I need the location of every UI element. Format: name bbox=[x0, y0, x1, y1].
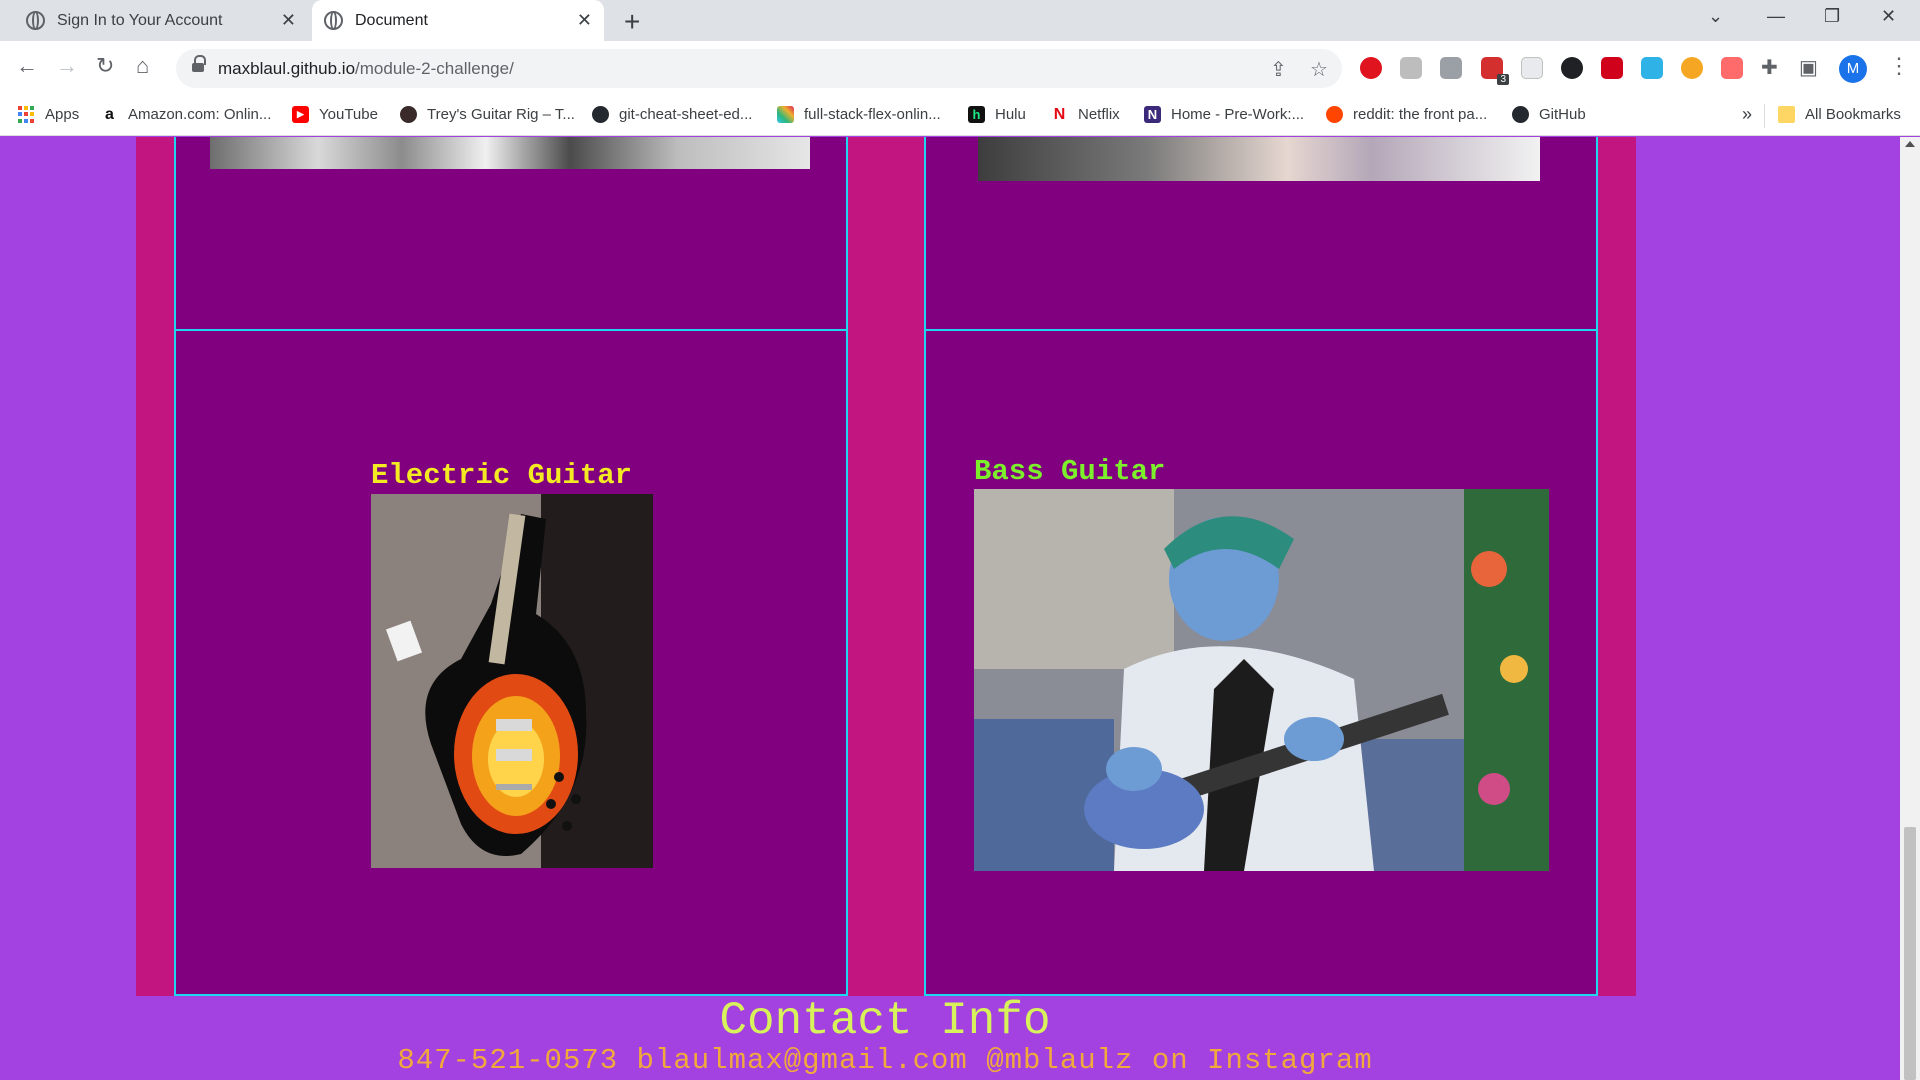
electric-guitar-photo bbox=[371, 494, 653, 868]
share-extension-icon[interactable] bbox=[1721, 57, 1743, 79]
ublock-extension-icon[interactable]: 3 bbox=[1481, 57, 1509, 85]
close-icon[interactable]: ✕ bbox=[577, 10, 592, 31]
color-extension-icon[interactable] bbox=[1681, 57, 1703, 79]
divider bbox=[1764, 104, 1765, 128]
bookmark-treys-guitar-rig[interactable]: Trey's Guitar Rig – T... bbox=[400, 106, 575, 123]
globe-icon bbox=[26, 11, 45, 30]
tab-title: Document bbox=[355, 11, 428, 29]
share-icon[interactable]: ⇪ bbox=[1270, 57, 1287, 82]
bookmark-git-cheat-sheet[interactable]: git-cheat-sheet-ed... bbox=[592, 106, 752, 123]
forward-icon[interactable]: → bbox=[56, 53, 78, 79]
bookmark-label: GitHub bbox=[1539, 106, 1586, 123]
netflix-icon: N bbox=[1051, 106, 1068, 123]
bookmark-reddit[interactable]: reddit: the front pa... bbox=[1326, 106, 1487, 123]
bookmark-label: git-cheat-sheet-ed... bbox=[619, 106, 753, 123]
home-icon[interactable]: ⌂ bbox=[136, 53, 149, 79]
screen-extension-icon[interactable] bbox=[1641, 57, 1663, 79]
bookmark-full-stack-flex[interactable]: full-stack-flex-onlin... bbox=[777, 106, 941, 123]
card-title: Electric Guitar bbox=[371, 459, 633, 492]
folder-icon bbox=[1778, 106, 1795, 123]
address-bar[interactable]: maxblaul.github.io/module-2-challenge/ ⇪… bbox=[176, 49, 1342, 88]
bass-guitar-photo bbox=[974, 489, 1549, 871]
tab-search-chevron-icon[interactable]: ⌄ bbox=[1708, 6, 1723, 27]
scrollbar-thumb[interactable] bbox=[1904, 827, 1916, 1080]
url-text[interactable]: maxblaul.github.io/module-2-challenge/ bbox=[218, 59, 514, 79]
tab-document[interactable]: Document ✕ bbox=[312, 0, 604, 41]
bookmark-label: Hulu bbox=[995, 106, 1026, 123]
bass-player-illustration bbox=[974, 489, 1549, 871]
bookmark-apps[interactable]: Apps bbox=[18, 106, 79, 123]
bookmark-star-icon[interactable]: ☆ bbox=[1310, 57, 1328, 82]
lock-icon[interactable] bbox=[192, 55, 206, 73]
globe-extension-icon[interactable] bbox=[1561, 57, 1583, 79]
window-close-icon[interactable]: ✕ bbox=[1881, 6, 1896, 27]
content-panel: Electric Guitar Bass Guitar bbox=[136, 137, 1636, 996]
tab-title: Sign In to Your Account bbox=[57, 11, 223, 29]
back-icon[interactable]: ← bbox=[16, 53, 38, 79]
opera-extension-icon[interactable] bbox=[1360, 57, 1382, 79]
site-icon bbox=[400, 106, 417, 123]
contact-details: 847-521-0573 blaulmax@gmail.com @mblaulz… bbox=[397, 1044, 1373, 1077]
apps-grid-icon bbox=[18, 106, 35, 123]
new-tab-icon[interactable]: + bbox=[624, 6, 640, 38]
more-bookmarks-chevron-icon[interactable]: » bbox=[1742, 104, 1752, 125]
page-scrollbar[interactable] bbox=[1900, 137, 1920, 1080]
card-photo bbox=[978, 137, 1540, 181]
globe-icon bbox=[324, 11, 343, 30]
extension-badge: 3 bbox=[1497, 74, 1509, 85]
card-bass-guitar: Bass Guitar bbox=[924, 329, 1598, 996]
amazon-icon: a bbox=[101, 106, 118, 123]
bookmark-pre-work[interactable]: N Home - Pre-Work:... bbox=[1144, 106, 1304, 123]
bookmark-label: Netflix bbox=[1078, 106, 1120, 123]
browser-toolbar: ← → ↻ ⌂ maxblaul.github.io/module-2-chal… bbox=[0, 41, 1920, 96]
restore-icon[interactable]: ❐ bbox=[1824, 6, 1840, 27]
youtube-icon: ▶ bbox=[292, 106, 309, 123]
bookmark-label: Home - Pre-Work:... bbox=[1171, 106, 1305, 123]
reddit-icon bbox=[1326, 106, 1343, 123]
bookmark-hulu[interactable]: h Hulu bbox=[968, 106, 1026, 123]
notion-icon: N bbox=[1144, 106, 1161, 123]
bookmark-netflix[interactable]: N Netflix bbox=[1051, 106, 1120, 123]
side-panel-icon[interactable]: ▣ bbox=[1799, 55, 1818, 80]
tab-sign-in[interactable]: Sign In to Your Account ✕ bbox=[16, 0, 308, 41]
bookmark-youtube[interactable]: ▶ YouTube bbox=[292, 106, 378, 123]
all-bookmarks-folder[interactable]: All Bookmarks bbox=[1778, 106, 1901, 123]
page-viewport: Electric Guitar Bass Guitar Contact Info… bbox=[0, 137, 1900, 1080]
blank-extension-icon[interactable] bbox=[1521, 57, 1543, 79]
bookmarks-bar: Apps a Amazon.com: Onlin... ▶ YouTube Tr… bbox=[0, 96, 1920, 136]
close-icon[interactable]: ✕ bbox=[281, 10, 296, 31]
bookmark-label: Apps bbox=[45, 106, 80, 123]
reload-icon[interactable]: ↻ bbox=[96, 53, 114, 79]
bookmark-label: Trey's Guitar Rig – T... bbox=[427, 106, 575, 123]
github-icon bbox=[1512, 106, 1529, 123]
css-extension-icon[interactable] bbox=[1440, 57, 1462, 79]
bookmark-label: full-stack-flex-onlin... bbox=[804, 106, 941, 123]
bookmark-amazon[interactable]: a Amazon.com: Onlin... bbox=[101, 106, 271, 123]
card-electric-guitar: Electric Guitar bbox=[174, 329, 848, 996]
contact-title: Contact Info bbox=[719, 995, 1051, 1047]
minimize-icon[interactable]: — bbox=[1767, 6, 1785, 27]
card-title: Bass Guitar bbox=[974, 455, 1166, 488]
profile-avatar[interactable]: M bbox=[1839, 55, 1867, 83]
electric-guitar-illustration bbox=[371, 494, 653, 868]
readability-extension-icon[interactable] bbox=[1400, 57, 1422, 79]
bookmark-label: Amazon.com: Onlin... bbox=[128, 106, 272, 123]
slack-icon bbox=[777, 106, 794, 123]
menu-kebab-icon[interactable]: ⋮ bbox=[1888, 53, 1910, 79]
bookmark-label: reddit: the front pa... bbox=[1353, 106, 1488, 123]
card-photo bbox=[210, 137, 810, 169]
extensions-puzzle-icon[interactable]: ✚ bbox=[1761, 55, 1778, 80]
bookmark-label: All Bookmarks bbox=[1805, 106, 1901, 123]
bookmark-label: YouTube bbox=[319, 106, 378, 123]
tab-strip: Sign In to Your Account ✕ Document ✕ + ⌄… bbox=[0, 0, 1920, 41]
hulu-icon: h bbox=[968, 106, 985, 123]
bookmark-github[interactable]: GitHub bbox=[1512, 106, 1586, 123]
scroll-up-arrow-icon[interactable] bbox=[1905, 141, 1915, 147]
github-icon bbox=[592, 106, 609, 123]
acrobat-extension-icon[interactable] bbox=[1601, 57, 1623, 79]
